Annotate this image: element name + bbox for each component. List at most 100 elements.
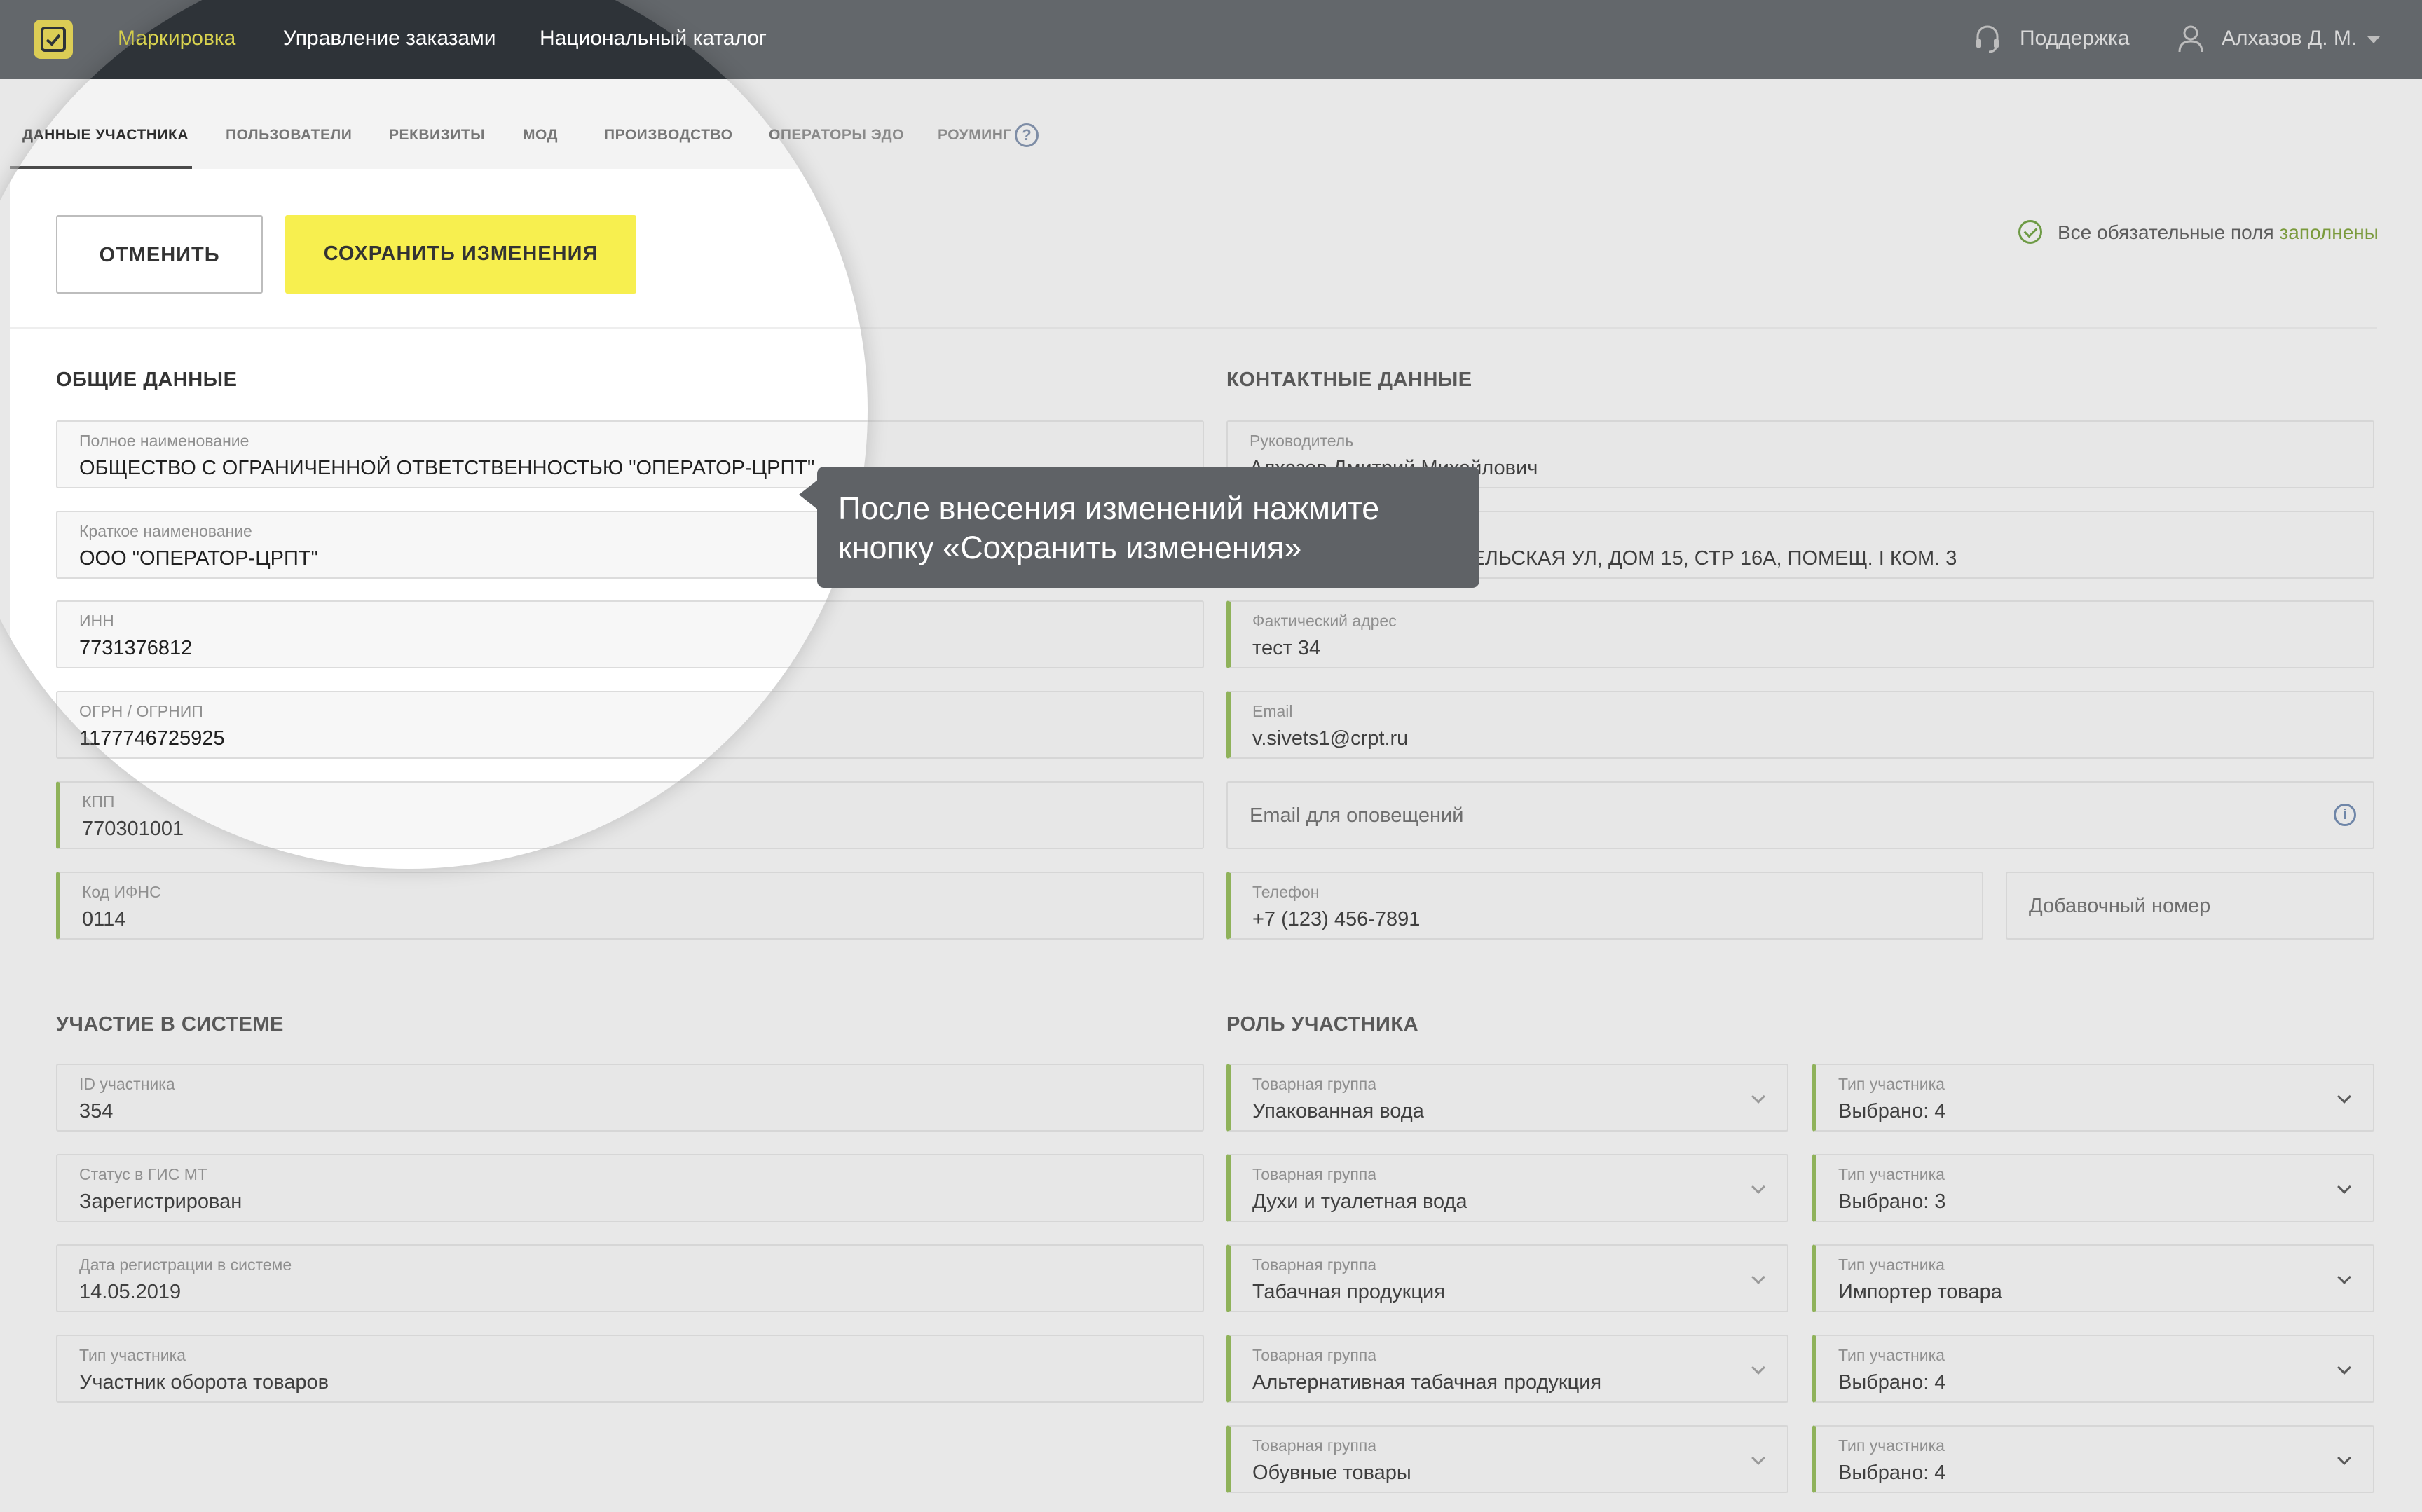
field-value: Упакованная вода [1252,1100,1424,1122]
field-label: ИНН [79,612,114,630]
actual-address-field[interactable]: Фактический адрес тест 34 [1226,600,2374,668]
field-label: Товарная группа [1252,1165,1377,1183]
field-label: Статус в ГИС МТ [79,1165,207,1183]
field-placeholder: Email для оповещений [1250,804,1464,827]
field-value: Выбрано: 4 [1838,1100,1946,1122]
field-value: 354 [79,1100,114,1122]
field-label: Фактический адрес [1252,612,1397,630]
field-label: Полное наименование [79,432,249,450]
field-value: 7731376812 [79,637,193,659]
chevron-down-icon [2337,1090,2351,1104]
chevron-down-icon [1751,1090,1765,1104]
info-icon[interactable]: i [2334,804,2356,826]
ifns-code-field[interactable]: Код ИФНС 0114 [56,872,1204,940]
save-changes-button[interactable]: СОХРАНИТЬ ИЗМЕНЕНИЯ [285,215,636,294]
system-participation-title: УЧАСТИЕ В СИСТЕМЕ [56,1013,284,1036]
field-value: Обувные товары [1252,1462,1411,1484]
participant-type-select[interactable]: Тип участника Выбрано: 4 [1812,1335,2374,1403]
chevron-down-icon[interactable] [2367,36,2380,43]
product-group-select[interactable]: Товарная группа Духи и туалетная вода [1226,1154,1788,1222]
tab-roaming[interactable]: РОУМИНГ [938,127,1012,144]
field-value: 1177746725925 [79,727,225,750]
tab-participant-data[interactable]: ДАННЫЕ УЧАСТНИКА [22,127,189,144]
field-value: Зарегистрирован [79,1190,242,1213]
field-label: Товарная группа [1252,1256,1377,1274]
field-label: ОГРН / ОГРНИП [79,702,203,720]
field-value: 14.05.2019 [79,1281,182,1303]
registration-date-field[interactable]: Дата регистрации в системе 14.05.2019 [56,1244,1204,1312]
field-value: тест 34 [1252,637,1321,659]
status-ok-text: заполнены [2279,221,2379,243]
field-label: ID участника [79,1075,175,1093]
field-label: Товарная группа [1252,1075,1377,1093]
logo-icon[interactable] [34,20,73,59]
phone-field[interactable]: Телефон +7 (123) 456-7891 [1226,872,1983,940]
chevron-down-icon [2337,1451,2351,1465]
field-label: Телефон [1252,883,1320,901]
participant-id-field[interactable]: ID участника 354 [56,1064,1204,1132]
product-group-select[interactable]: Товарная группа Альтернативная табачная п… [1226,1335,1788,1403]
product-group-select[interactable]: Товарная группа Обувные товары [1226,1425,1788,1493]
field-value: Табачная продукция [1252,1281,1445,1303]
email-field[interactable]: Email v.sivets1@crpt.ru [1226,691,2374,759]
field-label: Товарная группа [1252,1436,1377,1455]
tab-mod[interactable]: МОД [523,127,558,144]
participant-type-select[interactable]: Тип участника Выбрано: 4 [1812,1425,2374,1493]
tab-production[interactable]: ПРОИЗВОДСТВО [604,127,733,144]
field-label: Краткое наименование [79,522,252,540]
field-value: Альтернативная табачная продукция [1252,1371,1602,1394]
field-label: Email [1252,702,1293,720]
field-value: Выбрано: 4 [1838,1371,1946,1394]
hint-tooltip: После внесения изменений нажмите кнопку … [799,467,1479,588]
field-value: 770301001 [82,818,184,840]
tab-requisites[interactable]: РЕКВИЗИТЫ [389,127,485,144]
tab-edo-operators[interactable]: ОПЕРАТОРЫ ЭДО [769,127,904,144]
field-value: Выбрано: 4 [1838,1462,1946,1484]
hint-tooltip-text: После внесения изменений нажмите кнопку … [838,490,1380,565]
user-icon [2178,25,2203,53]
field-label: Тип участника [1838,1436,1945,1455]
participant-type-field[interactable]: Тип участника Участник оборота товаров [56,1335,1204,1403]
gis-status-field[interactable]: Статус в ГИС МТ Зарегистрирован [56,1154,1204,1222]
field-value: Выбрано: 3 [1838,1190,1946,1213]
participant-type-select[interactable]: Тип участника Выбрано: 4 [1812,1064,2374,1132]
product-group-select[interactable]: Товарная группа Упакованная вода [1226,1064,1788,1132]
chevron-down-icon [1751,1451,1765,1465]
help-icon[interactable]: ? [1015,123,1039,147]
chevron-down-icon [1751,1180,1765,1194]
participant-role-title: РОЛЬ УЧАСТНИКА [1226,1013,1419,1036]
extension-field[interactable]: Добавочный номер [2006,872,2374,940]
field-label: Дата регистрации в системе [79,1256,292,1274]
nav-item-orders[interactable]: Управление заказами [283,27,496,50]
field-value: ОБЩЕСТВО С ОГРАНИЧЕННОЙ ОТВЕТСТВЕННОСТЬЮ… [79,457,815,479]
field-value: ЦЕЛЬСКАЯ УЛ, ДОМ 15, СТР 16А, ПОМЕЩ. I К… [1456,547,1957,570]
field-label: Тип участника [1838,1256,1945,1274]
user-menu[interactable]: Алхазов Д. М. [2222,27,2357,50]
product-group-select[interactable]: Товарная группа Табачная продукция [1226,1244,1788,1312]
participant-type-select[interactable]: Тип участника Импортер товара [1812,1244,2374,1312]
chevron-down-icon [2337,1180,2351,1194]
notification-email-field[interactable]: Email для оповещений i [1226,781,2374,849]
field-placeholder: Добавочный номер [2029,895,2211,917]
cancel-button[interactable]: ОТМЕНИТЬ [56,215,263,294]
status-text: Все обязательные поля [2058,221,2280,243]
field-value: Импортер товара [1838,1281,2002,1303]
field-value: v.sivets1@crpt.ru [1252,727,1409,750]
tab-users[interactable]: ПОЛЬЗОВАТЕЛИ [226,127,352,144]
participant-type-select[interactable]: Тип участника Выбрано: 3 [1812,1154,2374,1222]
field-label: Тип участника [1838,1165,1945,1183]
support-link[interactable]: Поддержка [2020,27,2130,50]
field-label: Тип участника [79,1346,186,1364]
required-fields-status: Все обязательные поля заполнены [2058,221,2379,244]
field-label: КПП [82,792,115,811]
chevron-down-icon [1751,1361,1765,1375]
field-label: Тип участника [1838,1075,1945,1093]
headset-icon [1976,25,1999,53]
chevron-down-icon [1751,1270,1765,1284]
field-label: Товарная группа [1252,1346,1377,1364]
contact-data-title: КОНТАКТНЫЕ ДАННЫЕ [1226,369,1472,391]
general-data-title: ОБЩИЕ ДАННЫЕ [56,369,238,391]
chevron-down-icon [2337,1270,2351,1284]
field-label: Код ИФНС [82,883,161,901]
check-circle-icon [2018,220,2042,244]
